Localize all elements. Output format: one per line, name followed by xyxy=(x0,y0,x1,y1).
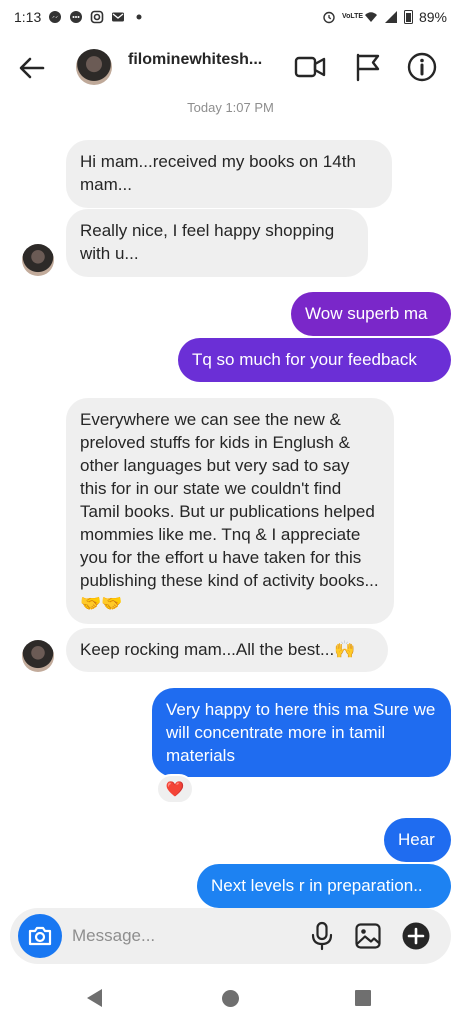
wifi-icon xyxy=(364,12,377,22)
alarm-icon xyxy=(323,11,335,24)
signal-icon xyxy=(384,11,397,23)
video-call-icon[interactable] xyxy=(294,51,326,83)
avatar[interactable] xyxy=(76,49,112,85)
camera-button[interactable] xyxy=(18,914,62,958)
gallery-button[interactable] xyxy=(352,920,384,952)
status-time: 1:13 xyxy=(14,9,42,25)
message-input[interactable] xyxy=(72,923,292,949)
sender-avatar[interactable] xyxy=(22,244,54,276)
message-incoming[interactable]: Everywhere we can see the new & preloved… xyxy=(66,398,394,624)
instagram-icon xyxy=(90,10,104,24)
battery-icon xyxy=(403,10,413,24)
heart-reaction[interactable]: ❤️ xyxy=(156,774,194,804)
camera-icon xyxy=(28,926,52,946)
message-incoming[interactable]: Hi mam...received my books on 14th mam..… xyxy=(66,140,392,208)
message-composer xyxy=(10,908,451,964)
nav-home-icon[interactable] xyxy=(222,990,239,1007)
chat-icon xyxy=(70,11,83,23)
messenger-icon xyxy=(49,11,62,23)
dot-icon xyxy=(136,14,142,20)
info-icon[interactable] xyxy=(406,51,438,83)
battery-level: 89% xyxy=(418,9,447,25)
nav-back-icon[interactable] xyxy=(87,989,102,1007)
message-outgoing[interactable]: Very happy to here this ma Sure we will … xyxy=(152,688,451,777)
chat-username[interactable]: filominewhitesh... xyxy=(128,51,262,69)
back-arrow-icon[interactable] xyxy=(16,52,48,84)
message-outgoing[interactable]: Wow superb ma xyxy=(291,292,451,336)
status-bar: 1:13 VoLTE 89% xyxy=(0,0,461,34)
message-incoming[interactable]: Really nice, I feel happy shopping with … xyxy=(66,209,368,277)
conversation-timestamp: Today 1:07 PM xyxy=(187,100,274,115)
system-navigation-bar xyxy=(0,972,461,1024)
sender-avatar[interactable] xyxy=(22,640,54,672)
message-outgoing[interactable]: Tq so much for your feedback xyxy=(178,338,451,382)
message-outgoing[interactable]: Next levels r in preparation.. xyxy=(197,864,451,908)
volte-icon: VoLTE xyxy=(341,13,364,20)
message-incoming[interactable]: Keep rocking mam...All the best...🙌 xyxy=(66,628,388,672)
microphone-button[interactable] xyxy=(306,920,338,952)
flag-icon[interactable] xyxy=(352,51,384,83)
gmail-icon xyxy=(112,12,125,22)
plus-button[interactable] xyxy=(400,920,432,952)
plus-icon xyxy=(402,922,430,950)
microphone-icon xyxy=(311,921,333,951)
message-outgoing[interactable]: Hear xyxy=(384,818,451,862)
nav-recents-icon[interactable] xyxy=(355,990,371,1006)
gallery-icon xyxy=(355,923,381,949)
chat-header: filominewhitesh... xyxy=(0,34,461,100)
